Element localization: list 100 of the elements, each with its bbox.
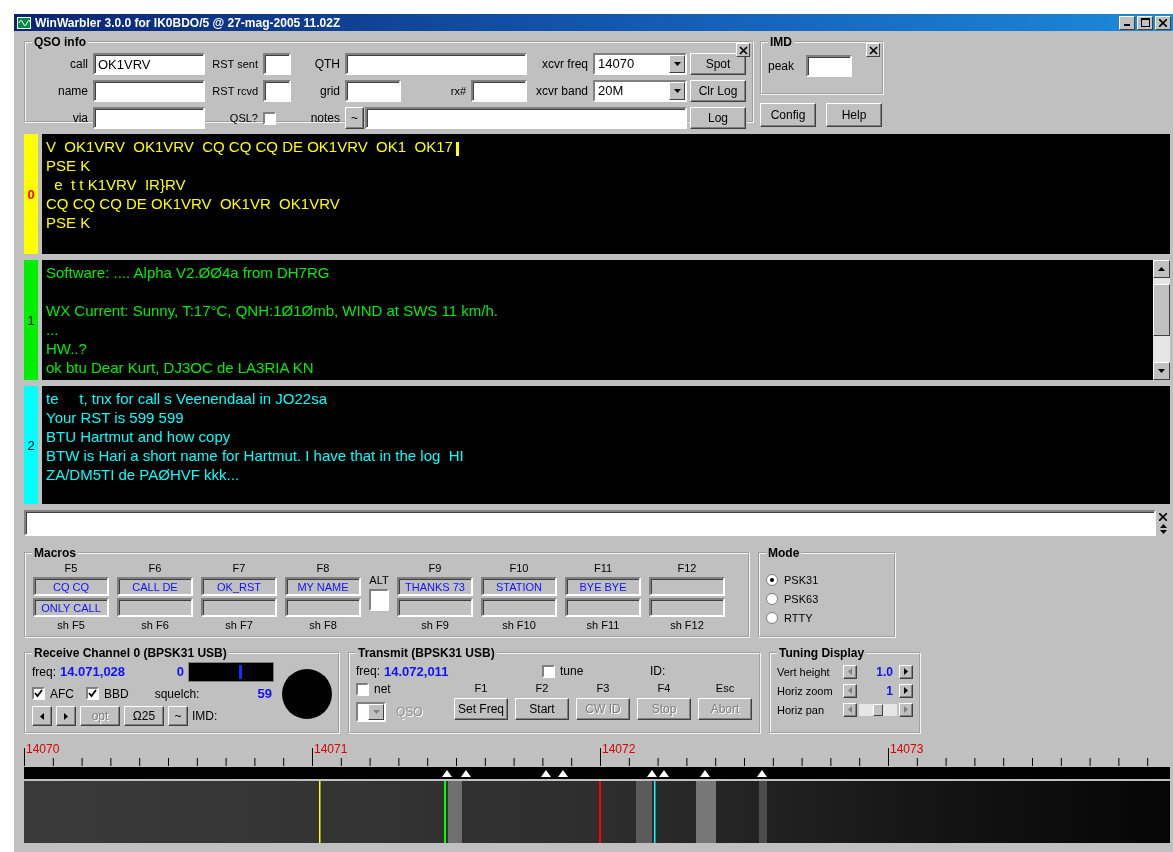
rst-sent-field[interactable] (263, 53, 291, 75)
freq-dropdown[interactable]: 14070 (593, 53, 687, 75)
transmit-button[interactable]: Start (515, 698, 569, 720)
option-button[interactable]: Ω25 (124, 705, 164, 726)
macro-button[interactable] (397, 598, 473, 617)
transmit-text-field[interactable] (24, 510, 1156, 536)
notes-button[interactable]: ~ (345, 107, 364, 129)
close-button[interactable] (866, 43, 880, 57)
maximize-icon (1140, 18, 1150, 27)
signal-marker-icon[interactable] (659, 770, 669, 777)
side-button[interactable]: Help (826, 103, 882, 127)
signal-marker-icon[interactable] (700, 770, 710, 777)
key-label: sh F9 (421, 619, 449, 632)
checkbox[interactable] (32, 687, 45, 700)
increase-button[interactable] (899, 683, 913, 698)
call-field[interactable]: OK1VRV (93, 53, 205, 75)
close-icon[interactable] (1159, 512, 1167, 521)
frequency-label: 14071 (314, 742, 348, 756)
macro-button[interactable]: ONLY CALL (33, 598, 109, 617)
pan-slider[interactable] (859, 703, 897, 716)
macro-button[interactable]: CALL DE (117, 577, 193, 596)
checkbox-label: net (374, 682, 391, 696)
channel-strip[interactable]: 2 (24, 386, 42, 504)
signal-marker-icon[interactable] (757, 770, 767, 777)
caret-icon (372, 710, 380, 714)
increase-button[interactable] (899, 702, 913, 717)
rst-rcvd-field[interactable] (263, 80, 291, 102)
log-button[interactable]: Log (690, 107, 746, 129)
qso-dropdown[interactable] (356, 702, 386, 722)
frequency-label: 14070 (26, 742, 60, 756)
key-label: sh F7 (225, 619, 253, 632)
macro-button[interactable] (285, 598, 361, 617)
decrease-button[interactable] (843, 683, 857, 698)
radio-button[interactable] (766, 592, 778, 605)
radio-label: RTTY (784, 611, 813, 624)
macro-button[interactable] (649, 598, 725, 617)
scroll-up-button[interactable] (1153, 260, 1170, 278)
minimize-button[interactable] (1119, 15, 1135, 30)
rx-number-field[interactable] (471, 80, 527, 102)
clear-log-button[interactable]: Clr Log (690, 80, 746, 102)
net-checkbox[interactable] (356, 682, 369, 696)
checkbox[interactable] (86, 687, 99, 700)
setting-label: Vert height (777, 665, 831, 678)
text-line: ... (46, 320, 59, 339)
option-button[interactable]: ~ (168, 705, 188, 726)
signal-marker-icon[interactable] (541, 770, 551, 777)
caret-icon (673, 89, 681, 93)
macro-button[interactable]: MY NAME (285, 577, 361, 596)
transmit-button[interactable]: Set Freq (454, 698, 508, 720)
field-label: via (71, 111, 89, 125)
signal-marker-icon[interactable] (558, 770, 568, 777)
signal-marker-icon[interactable] (461, 770, 471, 777)
peak-field[interactable] (806, 55, 853, 77)
macro-button[interactable] (117, 598, 193, 617)
macro-button[interactable] (649, 577, 725, 596)
tune-checkbox[interactable] (542, 664, 555, 678)
macro-button[interactable] (565, 598, 641, 617)
group-title: Tuning Display (778, 646, 866, 660)
spot-button[interactable]: Spot (690, 53, 746, 75)
group-title: Macros (33, 546, 78, 560)
decrease-button[interactable] (843, 702, 857, 717)
radio-button[interactable] (766, 573, 778, 586)
channel-strip[interactable]: 0 (24, 134, 42, 254)
maximize-button[interactable] (1137, 15, 1153, 30)
resize-icon[interactable] (1159, 523, 1167, 534)
channel-strip[interactable]: 1 (24, 260, 42, 380)
slider-thumb[interactable] (873, 703, 883, 716)
close-button[interactable] (736, 43, 750, 57)
squelch-value: 59 (257, 686, 272, 701)
macro-button[interactable]: THANKS 73 (397, 577, 473, 596)
side-button[interactable]: Config (760, 103, 816, 127)
wave-icon (17, 16, 31, 29)
name-field[interactable] (93, 80, 205, 102)
notes-field[interactable] (365, 107, 687, 129)
checkbox-label: tune (560, 664, 584, 678)
signal-marker-icon[interactable] (647, 770, 657, 777)
via-field[interactable] (93, 107, 205, 129)
band-dropdown[interactable]: 20M (593, 80, 687, 102)
increase-button[interactable] (899, 664, 913, 679)
alt-checkbox[interactable] (369, 589, 389, 611)
scroll-down-button[interactable] (1153, 362, 1170, 380)
qth-field[interactable] (345, 53, 527, 75)
right-arrow-button[interactable] (56, 705, 76, 726)
text-line: BTU Hartmut and how copy (46, 427, 231, 446)
macro-button[interactable]: OK_RST (201, 577, 277, 596)
macro-button[interactable]: CQ CQ (33, 577, 109, 596)
vertical-scrollbar[interactable] (1153, 260, 1170, 380)
grid-field[interactable] (345, 80, 401, 102)
close-button[interactable] (1155, 15, 1171, 30)
qsl-checkbox[interactable] (263, 111, 276, 125)
text-line: CQ CQ CQ DE OK1VRV OK1VR OK1VRV (46, 194, 340, 213)
macro-button[interactable] (481, 598, 557, 617)
macro-button[interactable]: STATION (481, 577, 557, 596)
decrease-button[interactable] (843, 664, 857, 679)
macro-button[interactable]: BYE BYE (565, 577, 641, 596)
radio-button[interactable] (766, 611, 778, 624)
text-line: ok btu Dear Kurt, DJ3OC de LA3RIA KN (46, 358, 314, 377)
macro-button[interactable] (201, 598, 277, 617)
left-arrow-button[interactable] (32, 705, 52, 726)
signal-marker-icon[interactable] (442, 770, 452, 777)
